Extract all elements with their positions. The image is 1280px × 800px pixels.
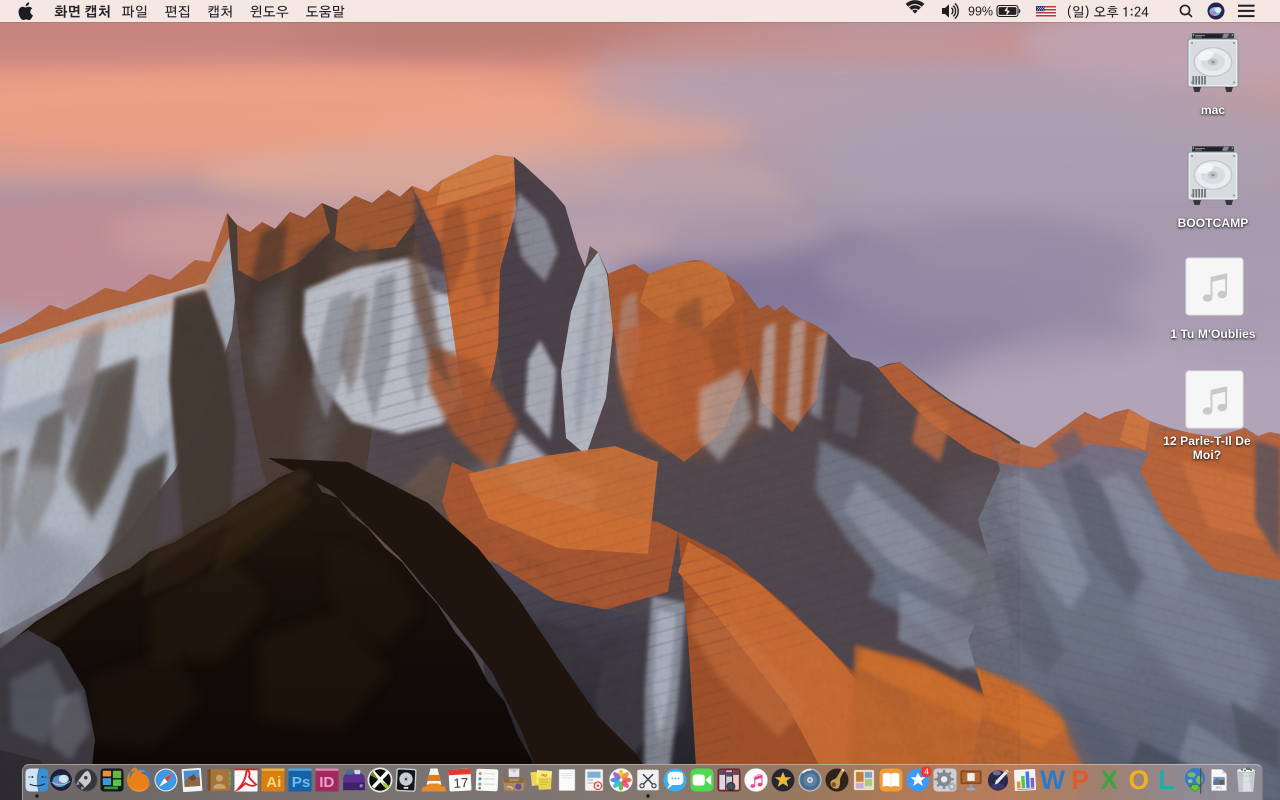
svg-text:JPG: JPG: [1215, 786, 1222, 790]
svg-text:Ps: Ps: [292, 774, 311, 791]
svg-text:4: 4: [924, 767, 929, 776]
svg-text:ID: ID: [319, 774, 334, 791]
svg-text:Mgr: Mgr: [541, 773, 548, 777]
svg-text:W: W: [1040, 765, 1065, 795]
svg-text:X: X: [1100, 765, 1118, 795]
svg-text:L: L: [1158, 765, 1174, 795]
svg-text:17: 17: [453, 775, 468, 791]
svg-text:O: O: [1128, 765, 1149, 795]
svg-text:Ai: Ai: [266, 774, 281, 791]
svg-text:99%: 99%: [968, 5, 993, 19]
svg-text:P: P: [1071, 765, 1089, 795]
